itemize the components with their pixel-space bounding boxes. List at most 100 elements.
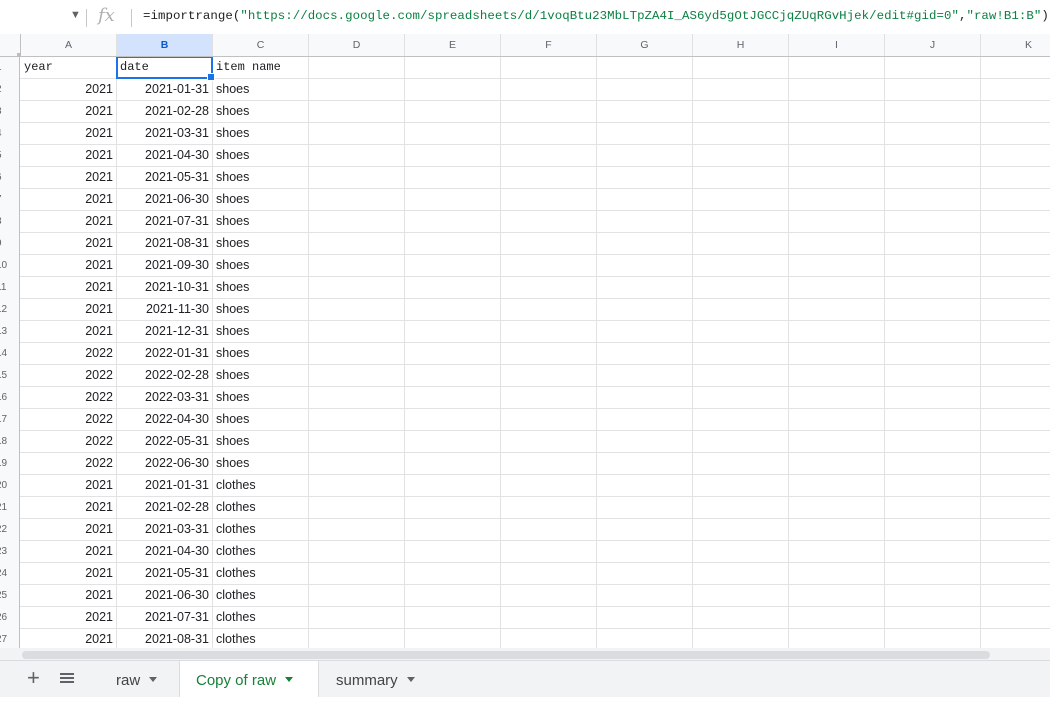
empty-cell[interactable] [405,145,501,166]
empty-cell[interactable] [309,409,405,430]
cell-item-name[interactable]: shoes [213,299,309,320]
cell-item-name[interactable]: shoes [213,189,309,210]
empty-cell[interactable] [501,145,597,166]
empty-cell[interactable] [309,57,405,78]
sheet-tab-copy-of-raw[interactable]: Copy of raw [179,661,319,697]
empty-cell[interactable] [309,211,405,232]
empty-cell[interactable] [981,189,1050,210]
name-box-dropdown-icon[interactable]: ▼ [70,9,81,25]
cell-date[interactable]: 2022-01-31 [117,343,213,364]
plus-icon[interactable]: + [27,667,40,689]
column-header-f[interactable]: F [501,34,597,56]
empty-cell[interactable] [597,409,693,430]
empty-cell[interactable] [405,57,501,78]
empty-cell[interactable] [693,101,789,122]
empty-cell[interactable] [597,497,693,518]
cell-date[interactable]: 2021-08-31 [117,233,213,254]
sheet-tab-raw[interactable]: raw [100,661,178,697]
empty-cell[interactable] [885,453,981,474]
empty-cell[interactable] [405,475,501,496]
cell-year[interactable]: 2021 [21,255,117,276]
cell-year[interactable]: 2021 [21,563,117,584]
cell-year[interactable]: 2021 [21,189,117,210]
empty-cell[interactable] [693,387,789,408]
row-number[interactable]: 16 [0,387,20,409]
empty-cell[interactable] [693,541,789,562]
row-number[interactable]: 23 [0,541,20,563]
empty-cell[interactable] [405,189,501,210]
empty-cell[interactable] [501,299,597,320]
empty-cell[interactable] [309,629,405,650]
empty-cell[interactable] [309,519,405,540]
column-header-b[interactable]: B [117,34,213,56]
cell-year[interactable]: 2021 [21,607,117,628]
empty-cell[interactable] [885,145,981,166]
empty-cell[interactable] [885,233,981,254]
empty-cell[interactable] [981,167,1050,188]
cell-item-name[interactable]: shoes [213,233,309,254]
cell-year[interactable]: 2021 [21,321,117,342]
empty-cell[interactable] [597,79,693,100]
cell-date[interactable]: 2021-12-31 [117,321,213,342]
cell-date[interactable]: 2021-07-31 [117,211,213,232]
empty-cell[interactable] [405,123,501,144]
empty-cell[interactable] [885,519,981,540]
empty-cell[interactable] [693,255,789,276]
cell-year[interactable]: 2022 [21,453,117,474]
empty-cell[interactable] [597,607,693,628]
cell-date[interactable]: 2021-04-30 [117,145,213,166]
empty-cell[interactable] [597,101,693,122]
empty-cell[interactable] [405,497,501,518]
empty-cell[interactable] [405,167,501,188]
formula-input[interactable]: =importrange("https://docs.google.com/sp… [143,9,1049,23]
empty-cell[interactable] [501,189,597,210]
cell-item-name[interactable]: shoes [213,255,309,276]
empty-cell[interactable] [501,365,597,386]
column-header-k[interactable]: K [981,34,1050,56]
empty-cell[interactable] [789,585,885,606]
empty-cell[interactable] [693,321,789,342]
cell-year[interactable]: 2021 [21,211,117,232]
cell-year[interactable]: 2021 [21,497,117,518]
empty-cell[interactable] [309,123,405,144]
empty-cell[interactable] [309,167,405,188]
empty-cell[interactable] [789,123,885,144]
select-all-corner[interactable] [0,34,21,57]
empty-cell[interactable] [405,453,501,474]
empty-cell[interactable] [981,343,1050,364]
cell-item-name[interactable]: clothes [213,585,309,606]
cell-item-name[interactable]: clothes [213,629,309,650]
empty-cell[interactable] [981,387,1050,408]
cell-date[interactable]: 2022-04-30 [117,409,213,430]
empty-cell[interactable] [789,57,885,78]
empty-cell[interactable] [597,167,693,188]
empty-cell[interactable] [501,57,597,78]
cell-date[interactable]: 2021-04-30 [117,541,213,562]
empty-cell[interactable] [309,343,405,364]
column-header-h[interactable]: H [693,34,789,56]
row-number[interactable]: 21 [0,497,20,519]
empty-cell[interactable] [597,541,693,562]
empty-cell[interactable] [789,277,885,298]
empty-cell[interactable] [501,321,597,342]
empty-cell[interactable] [885,167,981,188]
empty-cell[interactable] [885,299,981,320]
row-number[interactable]: 7 [0,189,20,211]
empty-cell[interactable] [981,145,1050,166]
empty-cell[interactable] [405,277,501,298]
empty-cell[interactable] [981,453,1050,474]
empty-cell[interactable] [885,365,981,386]
empty-cell[interactable] [693,409,789,430]
row-number[interactable]: 1 [0,57,20,79]
cell-year[interactable]: 2022 [21,387,117,408]
empty-cell[interactable] [597,431,693,452]
empty-cell[interactable] [885,409,981,430]
cell-date[interactable]: 2022-06-30 [117,453,213,474]
sheet-tab-summary[interactable]: summary [320,661,440,697]
empty-cell[interactable] [885,343,981,364]
cell-date[interactable]: 2021-07-31 [117,607,213,628]
cell-year[interactable]: 2021 [21,541,117,562]
empty-cell[interactable] [501,255,597,276]
empty-cell[interactable] [309,563,405,584]
row-number[interactable]: 2 [0,79,20,101]
